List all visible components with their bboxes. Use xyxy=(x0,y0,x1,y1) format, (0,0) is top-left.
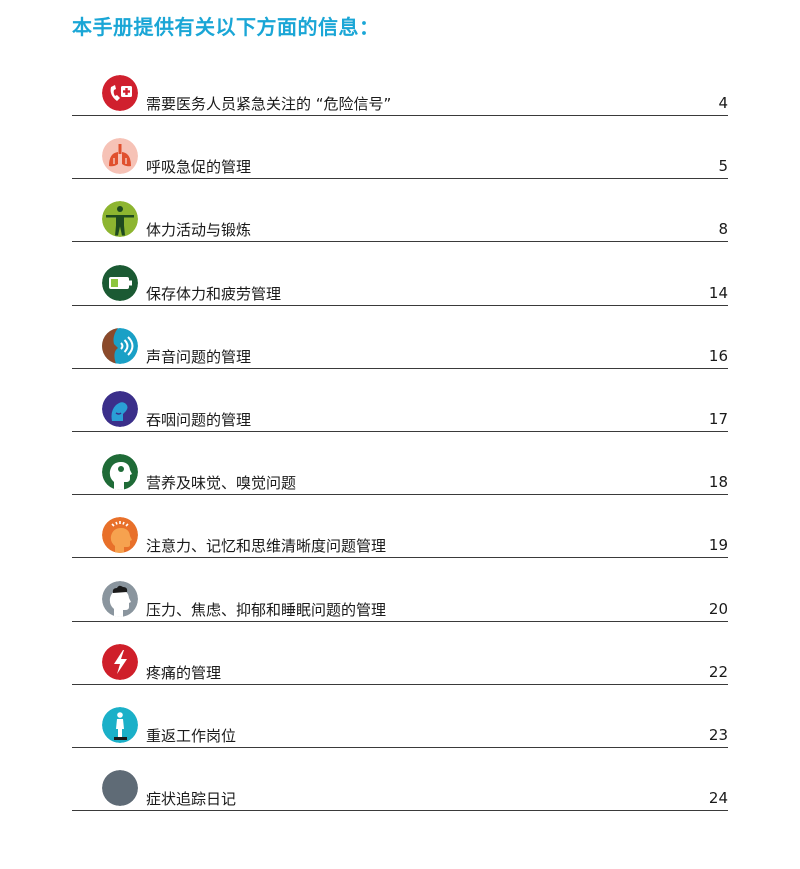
divider xyxy=(72,430,728,432)
page-title: 本手册提供有关以下方面的信息： xyxy=(72,15,380,39)
person-arms-out-icon xyxy=(102,201,138,238)
toc-page-number: 20 xyxy=(708,599,728,618)
toc-entry-stress-anxiety-sleep[interactable]: 压力、焦虑、抑郁和睡眠问题的管理 20 xyxy=(72,576,728,639)
toc-entry-pain[interactable]: 疼痛的管理 22 xyxy=(72,639,728,702)
toc-page-number: 23 xyxy=(708,725,728,744)
toc-entry-physical-activity[interactable]: 体力活动与锻炼 8 xyxy=(72,196,728,259)
divider xyxy=(72,115,728,116)
toc-entry-fatigue[interactable]: 保存体力和疲劳管理 14 xyxy=(72,260,728,323)
toc-entry-label: 压力、焦虑、抑郁和睡眠问题的管理 xyxy=(146,600,387,619)
throat-icon xyxy=(102,390,138,427)
brain-head-icon xyxy=(102,517,138,554)
divider xyxy=(72,557,728,559)
divider xyxy=(72,304,728,306)
toc-entry-label: 疼痛的管理 xyxy=(146,663,222,682)
toc-entry-voice[interactable]: 声音问题的管理 16 xyxy=(72,323,728,386)
voice-waves-icon xyxy=(102,327,138,364)
head-cloud-icon xyxy=(102,580,138,617)
toc-entry-label: 声音问题的管理 xyxy=(146,347,252,366)
toc-page-number: 4 xyxy=(718,94,728,112)
toc-entry-breathlessness[interactable]: 呼吸急促的管理 5 xyxy=(72,133,728,196)
toc-entry-label: 保存体力和疲劳管理 xyxy=(146,284,282,303)
toc-entry-symptom-diary[interactable]: 症状追踪日记 24 xyxy=(72,765,728,828)
divider xyxy=(72,746,728,748)
toc-entry-label: 呼吸急促的管理 xyxy=(146,158,252,177)
toc-entry-label: 吞咽问题的管理 xyxy=(146,410,252,429)
phone-cross-icon xyxy=(102,75,138,111)
head-profile-nutrition-icon xyxy=(102,454,138,491)
toc-page-number: 17 xyxy=(708,409,728,428)
table-of-contents: 需要医务人员紧急关注的 “危险信号” 4 呼吸急促的管理 5 体力活动与锻炼 8 xyxy=(72,70,728,828)
toc-entry-label: 症状追踪日记 xyxy=(146,790,237,809)
toc-entry-label: 体力活动与锻炼 xyxy=(146,221,252,240)
divider xyxy=(72,367,728,369)
toc-entry-label: 需要医务人员紧急关注的 “危险信号” xyxy=(146,95,392,113)
battery-icon xyxy=(102,264,138,301)
divider xyxy=(72,683,728,685)
toc-entry-label: 营养及味觉、嗅觉问题 xyxy=(146,474,297,493)
toc-entry-nutrition[interactable]: 营养及味觉、嗅觉问题 18 xyxy=(72,449,728,512)
divider xyxy=(72,241,728,243)
toc-page-number: 22 xyxy=(708,662,728,681)
toc-entry-return-to-work[interactable]: 重返工作岗位 23 xyxy=(72,702,728,765)
toc-page-number: 16 xyxy=(708,346,728,365)
toc-entry-label: 重返工作岗位 xyxy=(146,726,237,745)
divider xyxy=(72,620,728,622)
divider xyxy=(72,810,728,812)
toc-page-number: 5 xyxy=(718,157,728,176)
toc-page-number: 18 xyxy=(708,473,728,492)
lightning-icon xyxy=(102,643,138,680)
toc-entry-cognition[interactable]: 注意力、记忆和思维清晰度问题管理 19 xyxy=(72,512,728,575)
toc-page-number: 14 xyxy=(708,283,728,302)
worker-icon xyxy=(102,706,138,743)
toc-page-number: 24 xyxy=(708,789,728,808)
toc-entry-swallowing[interactable]: 吞咽问题的管理 17 xyxy=(72,386,728,449)
divider xyxy=(72,494,728,496)
divider xyxy=(72,178,728,180)
toc-entry-red-flags[interactable]: 需要医务人员紧急关注的 “危险信号” 4 xyxy=(72,70,728,133)
toc-page-number: 8 xyxy=(718,220,728,239)
toc-page-number: 19 xyxy=(708,536,728,555)
toc-entry-label: 注意力、记忆和思维清晰度问题管理 xyxy=(146,537,387,556)
lungs-icon xyxy=(102,138,138,175)
diary-icon xyxy=(102,770,138,807)
